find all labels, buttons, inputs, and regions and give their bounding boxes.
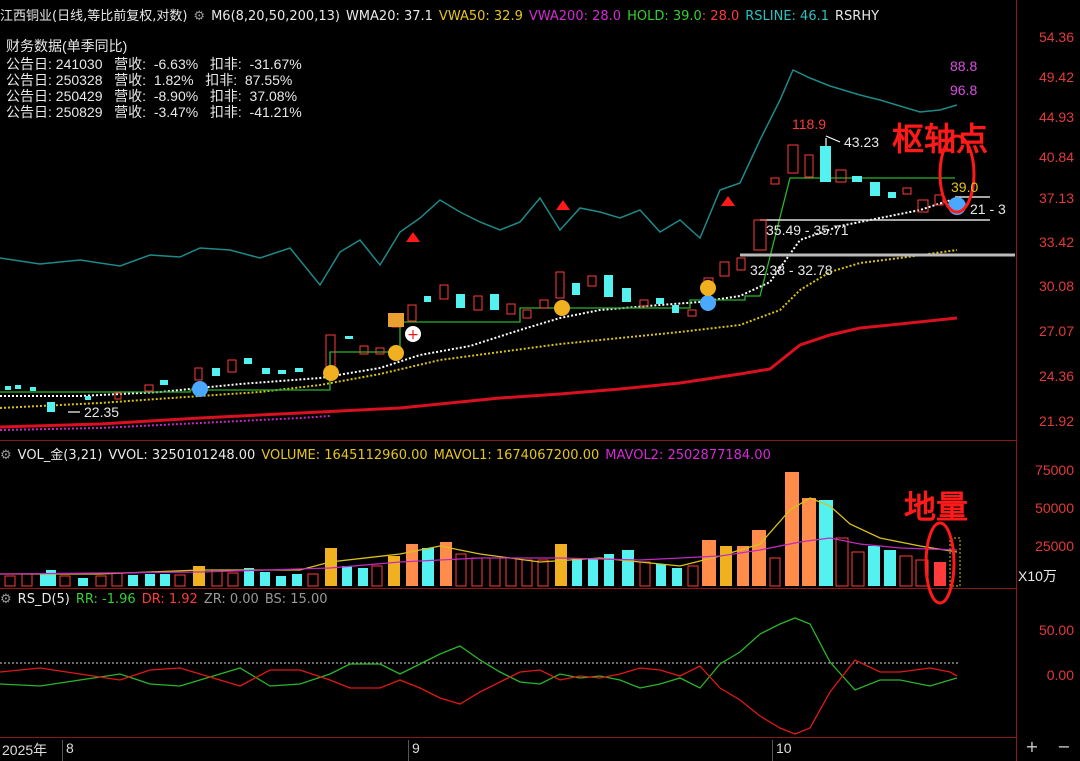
- volume-label: VOLUME: 1645112960.00: [261, 448, 428, 463]
- marker-triangle: [721, 196, 735, 206]
- marker-note: [388, 313, 404, 327]
- rs-tick: 0.00: [1046, 667, 1074, 683]
- price-tick: 21.92: [1038, 413, 1074, 429]
- xaxis-month-10: 10: [776, 740, 792, 756]
- price-tick: 40.84: [1038, 149, 1074, 165]
- settings-icon[interactable]: ⚙: [0, 448, 12, 463]
- volume-annotation: 地量: [904, 488, 969, 526]
- marker-gold-circle: [554, 300, 570, 316]
- xaxis-tick: [772, 740, 773, 761]
- volume-header: ⚙ VOL_金(3,21) VVOL: 3250101248.00 VOLUME: 1…: [0, 444, 777, 463]
- vvol-label: VVOL: 3250101248.00: [108, 448, 256, 463]
- range-label-2: 32.38 - 32.78: [750, 262, 833, 278]
- panel-separator-main: [0, 440, 1016, 441]
- marker-gold-circle: [388, 345, 404, 361]
- zoom-out-button[interactable]: −: [1054, 737, 1074, 757]
- price-tick: 24.36: [1038, 368, 1074, 384]
- low-label: 22.35: [84, 404, 120, 420]
- candles: [5, 144, 944, 412]
- rr-series: [0, 617, 958, 691]
- xaxis-tick: [62, 740, 63, 761]
- xaxis-month-9: 9: [412, 740, 420, 756]
- hold-series: [0, 177, 955, 393]
- zoom-in-button[interactable]: +: [1022, 737, 1042, 757]
- mavol1-label: MAVOL1: 1674067200.00: [433, 448, 600, 463]
- vol-name: VOL_金(3,21): [17, 448, 103, 463]
- price-tick: 30.08: [1038, 278, 1074, 294]
- marker-triangle: [406, 232, 420, 242]
- rs-chart[interactable]: [0, 588, 1016, 737]
- volume-bars: [4, 472, 961, 587]
- volume-tick: 50000: [1035, 500, 1074, 516]
- arrow-value-label: 43.23: [844, 134, 880, 150]
- hold-value-label: 39.0: [951, 179, 979, 195]
- price-tick: 49.42: [1038, 69, 1074, 85]
- pivot-tag-label: 21 - 3: [970, 201, 1006, 217]
- xaxis-year: 2025年: [2, 742, 48, 758]
- panel-separator-rs: [0, 737, 1016, 738]
- rs-value-top1: 88.8: [950, 58, 978, 74]
- price-tick: 54.36: [1038, 29, 1074, 45]
- dr-series: [0, 659, 958, 735]
- high-label: 118.9: [792, 116, 826, 132]
- price-tick: 37.13: [1038, 190, 1074, 206]
- rs-value-top2: 96.8: [950, 82, 978, 98]
- xaxis-month-8: 8: [66, 740, 74, 756]
- marker-triangle: [556, 200, 570, 210]
- marker-blue-circle: [700, 295, 716, 311]
- vwa200-series: [0, 316, 958, 429]
- range-label-1: 35.49 - 35.71: [766, 222, 849, 238]
- marker-gold-circle: [700, 280, 716, 296]
- plus-glyph: +: [407, 327, 419, 343]
- pivot-annotation: 枢轴点: [892, 120, 989, 158]
- marker-blue-circle: [192, 381, 208, 397]
- price-tick: 44.93: [1038, 109, 1074, 125]
- price-chart[interactable]: +: [0, 0, 1016, 440]
- mavol2-label: MAVOL2: 2502877184.00: [605, 448, 771, 463]
- price-axis-divider: [1016, 0, 1017, 761]
- xaxis-tick: [408, 740, 409, 761]
- marker-gold-circle: [323, 365, 339, 381]
- price-tick: 33.42: [1038, 234, 1074, 250]
- volume-chart[interactable]: [0, 462, 1016, 588]
- price-tick: 27.07: [1038, 323, 1074, 339]
- volume-tick: 75000: [1035, 462, 1074, 478]
- rs-tick: 50.00: [1038, 622, 1074, 638]
- volume-unit: X10万: [1018, 568, 1057, 584]
- volume-tick: 25000: [1035, 538, 1074, 554]
- vwa200-dotted: [0, 415, 331, 431]
